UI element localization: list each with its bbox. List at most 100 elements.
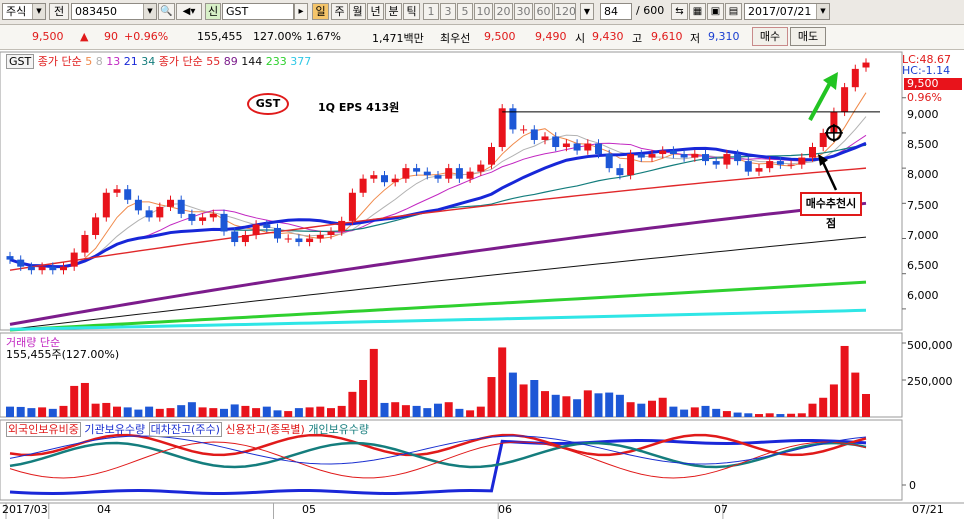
- volume-bar: [380, 402, 389, 417]
- legend-foreign-ratio[interactable]: 외국인보유비중: [6, 422, 81, 437]
- low-price: 9,310: [708, 30, 740, 43]
- caret-icon[interactable]: ▸: [294, 3, 308, 20]
- sell-button[interactable]: 매도: [790, 27, 826, 46]
- candle-body: [6, 256, 14, 260]
- unit-button-2[interactable]: 년: [367, 3, 384, 20]
- unit-button-3[interactable]: 분: [385, 3, 402, 20]
- candle-body: [156, 206, 164, 218]
- candle-body: [145, 210, 153, 218]
- interval-button-10[interactable]: 10: [474, 3, 493, 20]
- volume-bar: [444, 402, 453, 417]
- chevron-down-icon: ▼: [143, 4, 156, 19]
- best-label: 최우선: [440, 32, 471, 45]
- candle-body: [584, 143, 592, 151]
- candle-body: [124, 189, 132, 200]
- interval-button-1[interactable]: 1: [423, 3, 439, 20]
- volume-bar: [412, 405, 421, 417]
- interval-button-30[interactable]: 30: [514, 3, 533, 20]
- candle-body: [605, 154, 613, 169]
- save-icon[interactable]: ▣: [707, 3, 724, 20]
- speaker-icon[interactable]: ◀▾: [176, 3, 202, 20]
- market-select[interactable]: 주식 ▼: [2, 3, 46, 20]
- search-icon[interactable]: 🔍: [158, 3, 175, 20]
- chart-icon[interactable]: ▦: [689, 3, 706, 20]
- date-label-2017-03: 2017/03: [2, 503, 48, 516]
- legend-name[interactable]: GST: [6, 54, 35, 69]
- stock-chart[interactable]: [0, 50, 964, 519]
- volume-bar: [455, 408, 464, 417]
- calendar-icon[interactable]: ▤: [725, 3, 742, 20]
- price-tick-1: 8,500: [907, 138, 939, 152]
- unit-button-1[interactable]: 월: [349, 3, 366, 20]
- volume-bar: [669, 406, 678, 417]
- candle-body: [466, 171, 474, 179]
- volume-bar: [476, 406, 485, 417]
- candle-body: [455, 168, 463, 179]
- total-count: / 600: [636, 4, 665, 17]
- turnover-rate: 1.67%: [306, 30, 341, 43]
- candle-body: [17, 259, 25, 267]
- volume-bar: [391, 402, 400, 417]
- legend-ma144: 144: [241, 55, 263, 68]
- cross-arrow-icon[interactable]: ⇆: [671, 3, 688, 20]
- legend-ma8: 8: [95, 55, 103, 68]
- price-tick-2: 8,000: [907, 168, 939, 182]
- market-label: 주식: [6, 5, 27, 18]
- candle-body: [637, 154, 645, 158]
- candle-body: [766, 161, 774, 169]
- current-price: 9,500: [32, 30, 64, 43]
- best-ask: 9,500: [484, 30, 516, 43]
- unit-button-0[interactable]: 주: [331, 3, 348, 20]
- candle-body: [627, 154, 635, 176]
- candle-body: [595, 143, 602, 155]
- stock-name-field[interactable]: GST: [222, 3, 294, 20]
- unit-day-button[interactable]: 일: [312, 3, 329, 20]
- candle-body: [819, 132, 827, 148]
- candle-body: [541, 136, 549, 140]
- count-input[interactable]: 84: [600, 3, 632, 20]
- volume-bar: [605, 392, 614, 417]
- interval-button-120[interactable]: 120: [554, 3, 576, 20]
- date-label-05: 05: [302, 503, 316, 516]
- candle-body: [498, 108, 506, 148]
- volume-bar: [369, 348, 378, 417]
- volume-bar: [209, 408, 218, 417]
- code-value: 083450: [75, 5, 117, 18]
- code-input[interactable]: 083450 ▼: [71, 3, 157, 20]
- volume-bar: [48, 408, 57, 417]
- chevron-down-icon[interactable]: ▼: [580, 3, 594, 20]
- volume-bar: [487, 377, 496, 417]
- quote-bar: 9,500 ▲ 90 +0.96% 155,455 127.00% 1.67% …: [0, 25, 964, 50]
- volume-bar: [284, 411, 293, 417]
- candle-body: [316, 234, 324, 239]
- volume-bar: [434, 403, 442, 417]
- volume-bar: [573, 399, 582, 417]
- legend-ma233: 233: [265, 55, 287, 68]
- volume-bar: [305, 407, 314, 417]
- open-label: 시: [575, 32, 586, 45]
- volume-bar: [113, 406, 121, 417]
- volume-bar: [466, 410, 475, 417]
- vol-tick-500k: 500,000: [907, 339, 953, 352]
- candle-body: [81, 234, 89, 253]
- candle-body: [809, 147, 816, 158]
- candle-body: [702, 154, 709, 162]
- volume-bar: [294, 408, 303, 417]
- volume-bar: [787, 413, 796, 417]
- date-input[interactable]: 2017/07/21 ▼: [744, 3, 830, 20]
- candle-body: [306, 238, 314, 243]
- interval-button-5[interactable]: 5: [457, 3, 473, 20]
- volume-bar: [840, 345, 849, 417]
- volume-bar: [690, 407, 699, 417]
- unit-button-4[interactable]: 틱: [403, 3, 420, 20]
- period-button[interactable]: 전: [49, 3, 69, 20]
- volume-bar: [134, 409, 143, 417]
- legend-lending[interactable]: 대차잔고(주수): [148, 422, 222, 437]
- buy-button[interactable]: 매수: [752, 27, 788, 46]
- volume-bar: [519, 384, 528, 417]
- candle-body: [27, 266, 35, 271]
- interval-button-60[interactable]: 60: [534, 3, 553, 20]
- interval-button-3[interactable]: 3: [440, 3, 456, 20]
- interval-button-20[interactable]: 20: [494, 3, 513, 20]
- candle-body: [755, 168, 763, 172]
